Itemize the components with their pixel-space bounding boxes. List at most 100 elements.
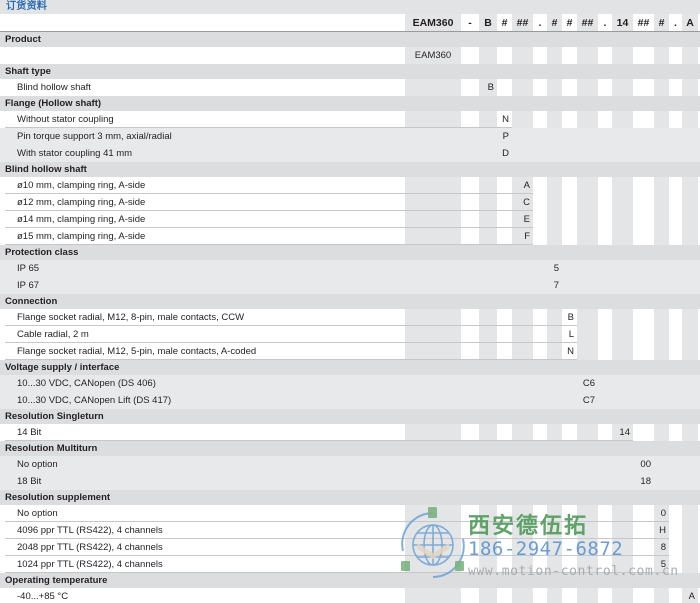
section-heading-label: Voltage supply / interface [5,362,120,373]
option-row[interactable]: 2048 ppr TTL (RS422), 4 channels 8 [0,539,700,556]
row-tail-spacer [577,309,700,326]
section-heading-label: Product [5,34,41,45]
option-code: P [502,131,509,142]
row-tail-spacer [577,343,700,360]
option-code: 00 [640,459,651,470]
order-code-segment[interactable]: ## [633,14,654,32]
page-title: 订货资料 [6,1,48,12]
option-row[interactable]: Without stator coupling N [0,111,700,128]
order-code-page: 订货资料 EAM360- B # ##. # # ##. 14 ## #. A Product EAM3… [0,0,700,603]
option-row[interactable]: Flange socket radial, M12, 5-pin, male c… [0,343,700,360]
row-tail-spacer [669,539,700,556]
option-code: B [487,82,494,93]
section-heading-row: Product [0,32,700,47]
option-code: E [523,214,530,225]
option-code: 14 [619,427,630,438]
order-code-segment[interactable]: # [562,14,577,32]
option-row[interactable]: IP 67 7 [0,277,700,294]
row-tail-spacer [533,177,700,194]
option-code: N [502,114,509,125]
row-tail-spacer [562,260,700,277]
option-code: EAM360 [414,50,452,61]
option-row[interactable]: IP 65 5 [0,260,700,277]
option-code: H [659,525,666,536]
option-code: C7 [582,395,595,406]
option-row[interactable]: 18 Bit 18 [0,473,700,490]
section-heading-label: Blind hollow shaft [5,164,87,175]
row-tail-spacer [562,277,700,294]
row-tail-spacer [533,228,700,245]
row-tail-spacer [577,326,700,343]
option-row[interactable]: ø12 mm, clamping ring, A-side C [0,194,700,211]
section-heading-label: Protection class [5,247,79,258]
option-row[interactable]: ø14 mm, clamping ring, A-side E [0,211,700,228]
section-heading-label: Resolution Multiturn [5,443,98,454]
order-code-segment[interactable]: . [533,14,547,32]
order-code-segment[interactable]: - [461,14,479,32]
option-row[interactable]: -40...+85 °C A [0,588,700,603]
section-heading-row: Connection [0,294,700,309]
option-row[interactable]: 10...30 VDC, CANopen (DS 406) C6 [0,375,700,392]
order-code-segment[interactable]: EAM360 [405,14,461,32]
row-tail-spacer [533,194,700,211]
option-code: 18 [640,476,651,487]
option-row[interactable]: No option 00 [0,456,700,473]
option-row[interactable]: Flange socket radial, M12, 8-pin, male c… [0,309,700,326]
option-row[interactable]: 1024 ppr TTL (RS422), 4 channels 5 [0,556,700,573]
option-row[interactable]: ø10 mm, clamping ring, A-side A [0,177,700,194]
section-heading-row: Resolution supplement [0,490,700,505]
ordering-code-table: EAM360- B # ##. # # ##. 14 ## #. A Product EAM360 Sha… [0,14,700,603]
row-tail-spacer [654,473,700,490]
option-code: N [567,346,574,357]
row-tail-spacer [512,111,700,128]
section-heading-row: Operating temperature [0,573,700,588]
section-title-bar: 订货资料 [0,0,700,14]
order-code-segment[interactable]: # [547,14,562,32]
option-code: 0 [660,508,666,519]
order-code-segment[interactable]: B [479,14,497,32]
section-heading-label: Connection [5,296,58,307]
section-heading-row: Flange (Hollow shaft) [0,96,700,111]
row-tail-spacer [512,128,700,145]
row-tail-spacer [654,456,700,473]
row-tail-spacer [512,145,700,162]
order-code-segment[interactable]: A [682,14,698,32]
section-heading-label: Flange (Hollow shaft) [5,98,102,109]
option-code: D [502,148,509,159]
option-code: F [524,231,530,242]
row-tail-spacer [598,375,700,392]
order-code-segment[interactable]: . [669,14,682,32]
option-code: 8 [660,542,666,553]
option-row[interactable]: With stator coupling 41 mm D [0,145,700,162]
option-code: A [688,591,695,602]
option-row[interactable]: Pin torque support 3 mm, axial/radial P [0,128,700,145]
order-code-segment[interactable]: . [598,14,612,32]
order-code-segment[interactable]: ## [512,14,533,32]
section-heading-row: Blind hollow shaft [0,162,700,177]
option-code: C6 [582,378,595,389]
row-tail-spacer [598,392,700,409]
option-code: L [568,329,574,340]
option-row[interactable]: 4096 ppr TTL (RS422), 4 channels H [0,522,700,539]
section-heading-row: Voltage supply / interface [0,360,700,375]
section-heading-label: Shaft type [5,66,51,77]
section-heading-label: Operating temperature [5,575,108,586]
order-code-segment[interactable]: # [654,14,669,32]
option-row[interactable]: Blind hollow shaft B [0,79,700,96]
option-row[interactable]: ø15 mm, clamping ring, A-side F [0,228,700,245]
option-row[interactable]: Cable radial, 2 mL [0,326,700,343]
order-code-segment[interactable]: # [497,14,512,32]
option-code: 5 [553,263,559,274]
option-row[interactable]: 10...30 VDC, CANopen Lift (DS 417) C7 [0,392,700,409]
option-row[interactable]: No option 0 [0,505,700,522]
product-row[interactable]: EAM360 [0,47,700,64]
option-row[interactable]: 14 Bit 14 [0,424,700,441]
row-tail-spacer [669,522,700,539]
row-tail-spacer [497,79,700,96]
order-code-segment[interactable]: ## [577,14,598,32]
section-heading-label: Resolution Singleturn [5,411,104,422]
row-tail-spacer [633,424,700,441]
section-heading-row: Shaft type [0,64,700,79]
option-code: B [567,312,574,323]
order-code-segment[interactable]: 14 [612,14,633,32]
